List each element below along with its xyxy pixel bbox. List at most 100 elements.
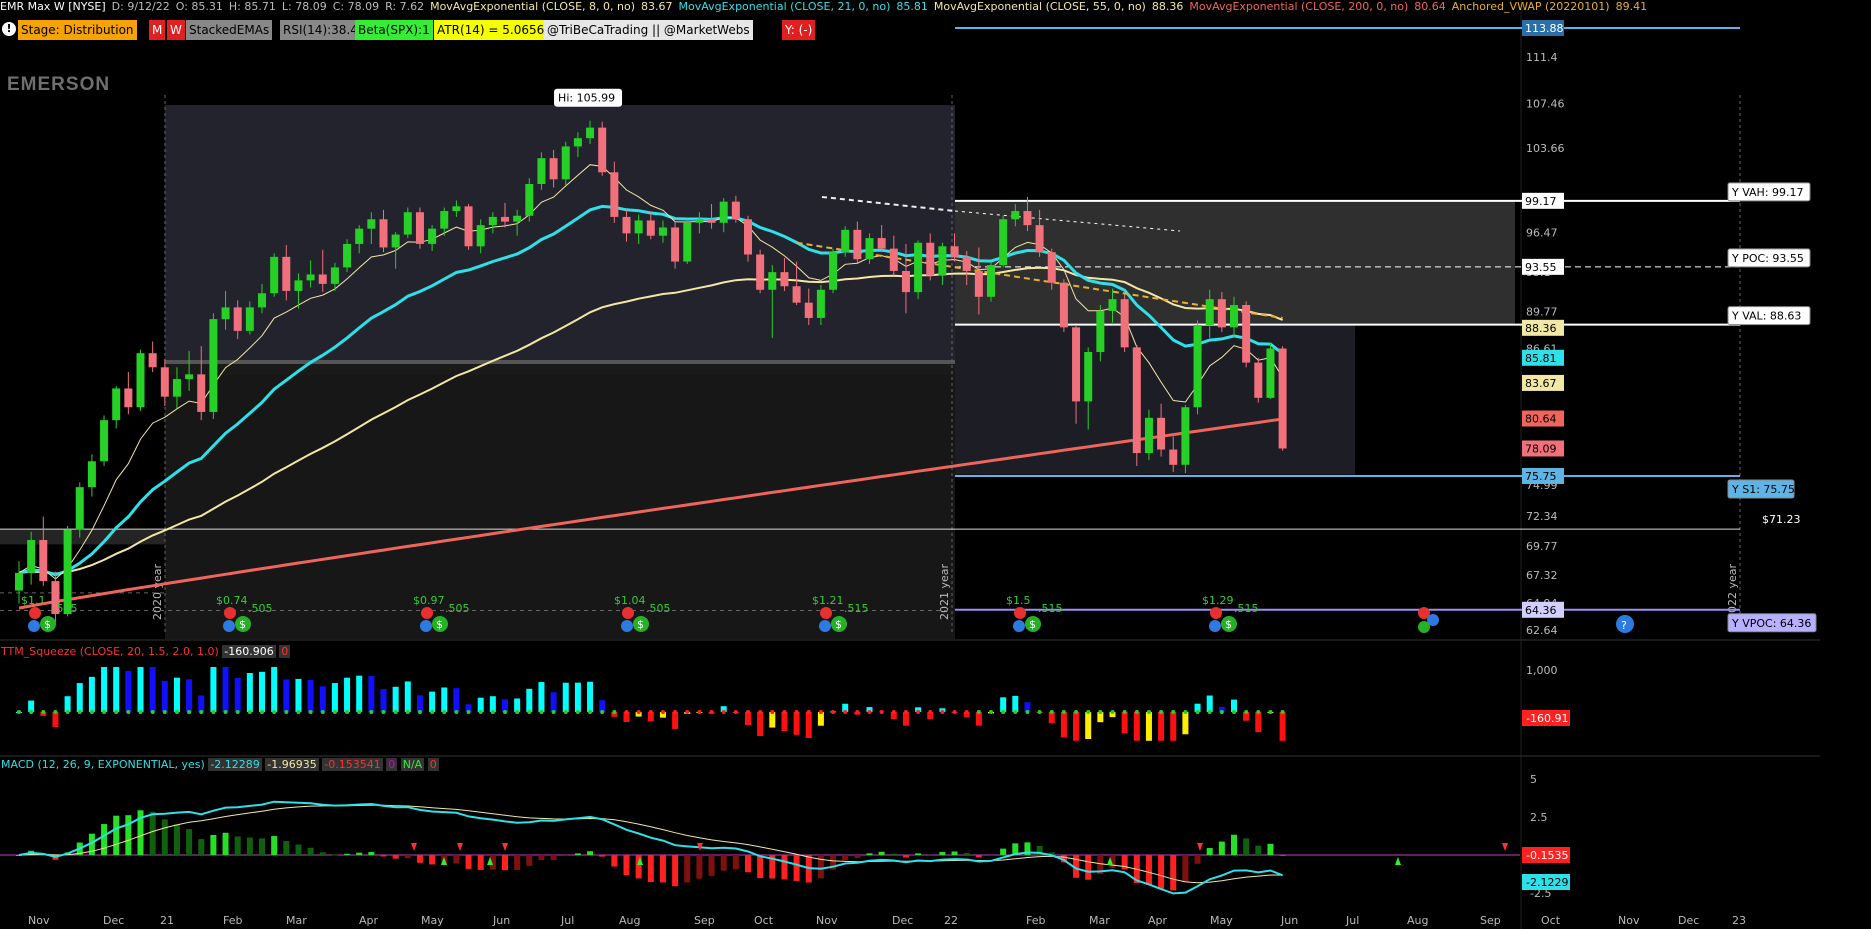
time-axis-tick: Apr (359, 914, 379, 927)
macd-hist-bar (416, 855, 423, 863)
ema8-study[interactable]: MovAvgExponential (CLOSE, 8, 0, no) (430, 0, 635, 13)
macd-study-label[interactable]: MACD (12, 26, 9, EXPONENTIAL, yes) -2.12… (1, 758, 439, 772)
ttm-dot (721, 710, 726, 714)
ttm-bar (1170, 712, 1177, 741)
ttm-dot (806, 710, 811, 714)
vwap-study[interactable]: Anchored_VWAP (20220101) (1452, 0, 1610, 13)
candle-body (792, 286, 801, 303)
ttm-bar (344, 677, 351, 712)
ttm-dot (150, 710, 155, 714)
candle-body (209, 319, 218, 412)
ttm-dot (612, 710, 617, 714)
macd-zero2: 0 (427, 758, 439, 771)
ema21-study[interactable]: MovAvgExponential (CLOSE, 21, 0, no) (679, 0, 891, 13)
ttm-dot (17, 710, 21, 714)
ttm-dot (1074, 710, 1079, 714)
ttm-dot (660, 710, 665, 714)
ttm-dot (709, 710, 714, 714)
ttm-dot (1146, 710, 1151, 714)
macd-hist-bar (659, 855, 666, 883)
macd-hist-bar (1243, 838, 1250, 855)
ttm-dot (1061, 710, 1066, 714)
ttm-bar (113, 667, 120, 712)
candle-body (136, 353, 145, 408)
candle-body (1072, 327, 1081, 402)
candle-body (501, 216, 509, 222)
candle-body (865, 238, 874, 260)
macd-cross-arrow (1395, 857, 1401, 865)
ema200-study[interactable]: MovAvgExponential (CLOSE, 200, 0, no) (1189, 0, 1408, 13)
macd-hist-bar (975, 855, 982, 858)
ttm-bar (76, 683, 83, 712)
ttm-bar (453, 688, 460, 712)
dividend-symbol: $ (1029, 618, 1036, 631)
macd-hist-bar (708, 855, 715, 876)
ttm-dot (89, 710, 94, 714)
ttm-dot (916, 710, 921, 714)
price-chart[interactable]: 2020 year 2021 year 2022 year Hi: 105.99 $1.… (0, 0, 1871, 929)
macd-avg: -1.96935 (265, 758, 319, 771)
ttm-dot (1086, 710, 1091, 714)
candle-body (744, 219, 752, 255)
time-axis-tick: Dec (892, 914, 913, 927)
earnings-icon (28, 620, 40, 632)
candle-body (719, 201, 728, 223)
macd-hist-bar (1158, 855, 1165, 889)
candle-body (1120, 299, 1129, 348)
candle-body (1011, 211, 1020, 220)
candle-body (464, 206, 473, 247)
candle-body (1023, 211, 1032, 226)
time-axis-tick: 21 (160, 914, 174, 927)
ttm-dot (405, 710, 410, 714)
candle-body (185, 374, 194, 380)
macd-hist-bar (465, 855, 472, 869)
candle-body (683, 222, 692, 262)
question-symbol: ? (1621, 619, 1627, 632)
macd-hist-bar (125, 815, 132, 855)
ttm-dot (1171, 710, 1176, 714)
dividend-value: .505 (646, 602, 671, 615)
ttm-dot (1183, 710, 1188, 714)
candle-body (258, 293, 266, 308)
ttm-dot (296, 710, 301, 714)
candle-body (853, 229, 862, 260)
ttm-dot (308, 710, 313, 714)
price-axis-tick: 107.46 (1526, 97, 1565, 110)
macd-diff: -0.153541 (322, 758, 383, 771)
ttm-study-label[interactable]: TTM_Squeeze (CLOSE, 20, 1.5, 2.0, 1.0) -… (1, 645, 291, 659)
candle-body (780, 272, 789, 287)
candle-body (901, 270, 910, 293)
price-tag: 78.09 (1525, 442, 1557, 455)
ema55-study[interactable]: MovAvgExponential (CLOSE, 55, 0, no) (934, 0, 1146, 13)
ttm-dot (515, 710, 520, 714)
ttm-bar (125, 670, 132, 712)
ttm-dot (77, 710, 82, 714)
ttm-dot (162, 710, 167, 714)
macd-hist-bar (429, 855, 436, 865)
ttm-label: TTM_Squeeze (CLOSE, 20, 1.5, 2.0, 1.0) (1, 645, 219, 658)
price-axis-tick: 72.34 (1526, 510, 1558, 523)
symbol-label[interactable]: EMR Max W [NYSE] (0, 0, 106, 13)
macd-hist-bar (477, 855, 484, 870)
ttm-dot (1159, 710, 1164, 714)
ttm-dot (636, 710, 641, 714)
ttm-bar (331, 683, 338, 712)
time-axis-tick: Oct (754, 914, 774, 927)
ema21-value: 85.81 (896, 0, 928, 13)
candle-body (87, 461, 96, 488)
macd-hist-bar (1279, 855, 1286, 856)
ttm-bar (1121, 712, 1128, 734)
candle-body (1266, 348, 1275, 398)
price-tag: 80.64 (1525, 413, 1557, 426)
ttm-bar (186, 679, 193, 712)
macd-hist-bar (963, 853, 970, 855)
candle-body (270, 256, 279, 294)
macd-hist-bar (1194, 855, 1201, 864)
macd-hist-bar (259, 838, 265, 855)
ttm-dot (1001, 710, 1006, 714)
ttm-dot (818, 710, 823, 714)
ttm-bar (198, 695, 205, 712)
macd-cross-arrow (411, 843, 417, 851)
candle-body (306, 274, 315, 281)
close-label: C: 78.09 (332, 0, 380, 13)
